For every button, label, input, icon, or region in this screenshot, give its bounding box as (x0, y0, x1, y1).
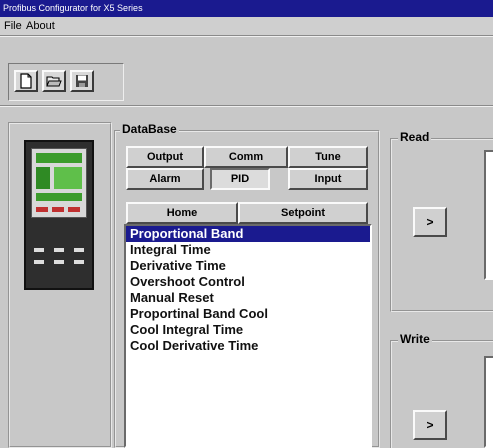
menu-file[interactable]: File (4, 20, 22, 32)
list-item[interactable]: Integral Time (126, 242, 370, 258)
write-button[interactable]: > (413, 410, 447, 440)
read-label: Read (398, 130, 432, 144)
new-file-button[interactable] (14, 70, 38, 92)
database-label: DataBase (120, 122, 179, 136)
list-item[interactable]: Proportional Band (126, 226, 370, 242)
device-display (31, 148, 87, 218)
list-item[interactable]: Overshoot Control (126, 274, 370, 290)
read-value-box[interactable] (484, 150, 493, 280)
toolbar-separator (0, 105, 493, 107)
tab-input[interactable]: Input (288, 168, 368, 190)
save-icon (76, 75, 88, 87)
open-button[interactable] (42, 70, 66, 92)
list-item[interactable]: Cool Derivative Time (126, 338, 370, 354)
tab-pid[interactable]: PID (210, 168, 270, 190)
list-item[interactable]: Proportinal Band Cool (126, 306, 370, 322)
tab-comm[interactable]: Comm (204, 146, 288, 168)
menu-about[interactable]: About (26, 20, 55, 32)
window-title: Profibus Configurator for X5 Series (3, 3, 143, 13)
tab-alarm[interactable]: Alarm (126, 168, 204, 190)
list-item[interactable]: Derivative Time (126, 258, 370, 274)
menu-bar: File About (0, 17, 493, 35)
write-value-box[interactable] (484, 356, 493, 448)
write-label: Write (398, 332, 432, 346)
device-image (24, 140, 94, 290)
tab-output[interactable]: Output (126, 146, 204, 168)
open-folder-icon (46, 76, 62, 87)
window-title-bar: Profibus Configurator for X5 Series (0, 0, 493, 17)
tab-setpoint[interactable]: Setpoint (238, 202, 368, 224)
list-item[interactable]: Manual Reset (126, 290, 370, 306)
tab-home[interactable]: Home (126, 202, 238, 224)
new-file-icon (20, 73, 32, 89)
toolbar (0, 37, 493, 105)
list-item[interactable]: Cool Integral Time (126, 322, 370, 338)
save-button[interactable] (70, 70, 94, 92)
parameter-list: Proportional Band Integral Time Derivati… (124, 224, 372, 448)
tab-tune[interactable]: Tune (288, 146, 368, 168)
device-panel (8, 122, 112, 448)
read-button[interactable]: > (413, 207, 447, 237)
